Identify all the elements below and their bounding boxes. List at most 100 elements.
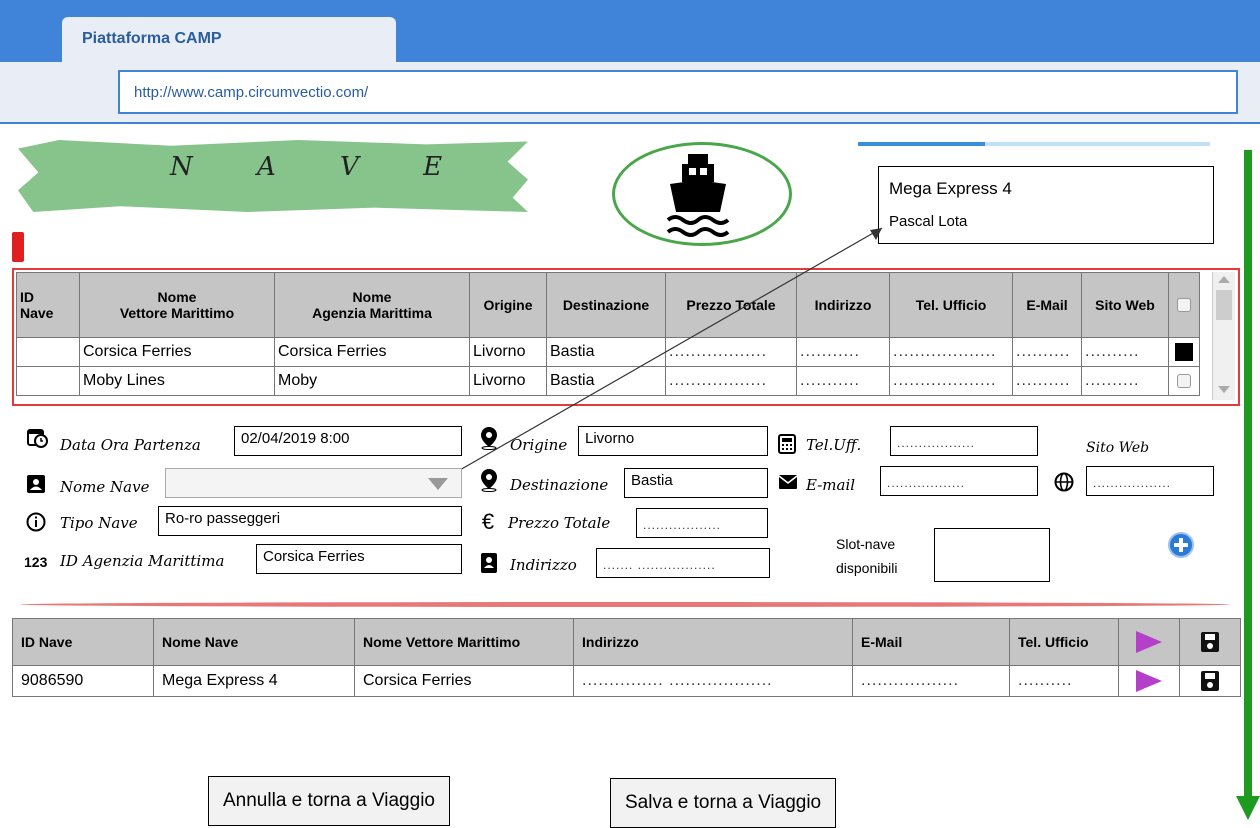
cell-save xyxy=(1179,665,1241,697)
cell-play xyxy=(1118,665,1180,697)
sito-web-field[interactable]: .................. xyxy=(1086,466,1214,496)
col-play xyxy=(1118,618,1180,666)
cell-email: .......... xyxy=(1012,337,1082,367)
tab-title: Piattaforma CAMP xyxy=(82,30,222,47)
col-indirizzo: Indirizzo xyxy=(573,618,853,666)
indirizzo-field[interactable]: ....... .................. xyxy=(596,548,770,578)
row-checkbox[interactable] xyxy=(1177,374,1191,388)
table-scrollbar[interactable] xyxy=(1212,272,1235,400)
col-select xyxy=(1168,272,1200,338)
sito-web-label: Sito Web xyxy=(1086,440,1150,456)
cell-destinazione: Bastia xyxy=(546,366,666,396)
play-row-icon[interactable] xyxy=(1136,670,1162,692)
browser-tab[interactable]: Piattaforma CAMP xyxy=(62,17,396,62)
table-row[interactable]: 9086590 Mega Express 4 Corsica Ferries .… xyxy=(12,665,1241,697)
scroll-arrow-line xyxy=(1244,150,1252,802)
id-agenzia-field[interactable]: Corsica Ferries xyxy=(256,544,462,574)
cell-destinazione: Bastia xyxy=(546,337,666,367)
cell-sito: .......... xyxy=(1081,337,1169,367)
cell-indirizzo: ............... ................... xyxy=(573,665,853,697)
data-ora-field[interactable]: 02/04/2019 8:00 xyxy=(234,426,462,456)
play-icon[interactable] xyxy=(1136,631,1162,653)
progress-bar xyxy=(858,142,1210,146)
slot-field-value xyxy=(943,537,1029,571)
cell-agenzia: Corsica Ferries xyxy=(274,337,470,367)
cell-id xyxy=(16,337,80,367)
connector-arrow xyxy=(431,227,883,487)
destinazione-label: Destinazione xyxy=(510,476,609,494)
section-divider xyxy=(20,602,1230,607)
scroll-down-icon[interactable] xyxy=(1218,386,1230,393)
table-header-row: ID Nave Nome Vettore Marittimo Nome Agenzia… xyxy=(16,272,1200,338)
cell-select xyxy=(1168,366,1200,396)
ship-info-card: Mega Express 4 Pascal Lota xyxy=(878,166,1214,244)
calculator-icon xyxy=(778,434,796,454)
prezzo-field[interactable]: .................. xyxy=(636,508,768,538)
nome-nave-select[interactable] xyxy=(165,468,462,498)
ship-list-panel: ID Nave Nome Vettore Marittimo Nome Agenzia… xyxy=(12,268,1240,406)
slot-label-line1: Slot-nave xyxy=(836,536,896,552)
col-tel: Tel. Ufficio xyxy=(1009,618,1119,666)
col-vettore: Nome Vettore Marittimo xyxy=(79,272,275,338)
add-circle-icon[interactable] xyxy=(1168,532,1194,558)
tipo-nave-label: Tipo Nave xyxy=(60,514,138,532)
selected-ship-table: ID Nave Nome Nave Nome Vettore Marittimo… xyxy=(12,618,1241,697)
page-title: N A V E xyxy=(170,152,471,182)
globe-icon xyxy=(1054,472,1074,492)
nome-nave-label: Nome Nave xyxy=(60,478,150,496)
col-nome-nave: Nome Nave xyxy=(153,618,355,666)
cell-indirizzo: ........... xyxy=(796,366,890,396)
col-tel: Tel. Ufficio xyxy=(889,272,1013,338)
col-email: E-Mail xyxy=(1012,272,1082,338)
origine-label: Origine xyxy=(510,436,568,454)
cell-prezzo: .................. xyxy=(665,337,797,367)
arrow-down-icon xyxy=(1236,796,1260,820)
tel-label: Tel.Uff. xyxy=(806,436,862,454)
calendar-clock-icon xyxy=(27,429,48,448)
cell-vettore: Moby Lines xyxy=(79,366,275,396)
tel-field[interactable]: .................. xyxy=(890,426,1038,456)
indirizzo-label: Indirizzo xyxy=(510,556,577,574)
origine-field[interactable]: Livorno xyxy=(578,426,768,456)
tipo-nave-field[interactable]: Ro-ro passeggeri xyxy=(158,506,462,536)
salva-button[interactable]: Salva e torna a Viaggio xyxy=(610,778,837,828)
slot-field[interactable] xyxy=(934,528,1050,582)
cell-origine: Livorno xyxy=(469,337,547,367)
annulla-button[interactable]: Annulla e torna a Viaggio xyxy=(208,776,450,826)
ship-card-name: Mega Express 4 xyxy=(889,179,1012,198)
cell-origine: Livorno xyxy=(469,366,547,396)
cell-prezzo: .................. xyxy=(665,366,797,396)
col-agenzia: Nome Agenzia Marittima xyxy=(274,272,470,338)
ship-icon xyxy=(666,154,730,237)
location-pin-icon xyxy=(481,427,497,450)
chevron-down-icon[interactable] xyxy=(428,478,448,490)
cell-id: 9086590 xyxy=(12,665,154,697)
table-row[interactable]: Corsica Ferries Corsica Ferries Livorno … xyxy=(16,337,1200,367)
col-id-nave: ID Nave xyxy=(12,618,154,666)
prezzo-label: Prezzo Totale xyxy=(508,514,611,532)
mail-icon xyxy=(778,475,798,489)
cell-id xyxy=(16,366,80,396)
save-icon[interactable] xyxy=(1201,632,1219,652)
address-bar[interactable]: http://www.camp.circumvectio.com/ xyxy=(118,70,1238,114)
cell-agenzia: Moby xyxy=(274,366,470,396)
phone-icon xyxy=(12,232,24,262)
row-checkbox[interactable] xyxy=(1175,343,1193,361)
cell-email: .......... xyxy=(1012,366,1082,396)
destination-pin-icon xyxy=(481,469,497,492)
save-row-icon[interactable] xyxy=(1201,671,1219,691)
table-row[interactable]: Moby Lines Moby Livorno Bastia .........… xyxy=(16,366,1200,396)
col-indirizzo: Indirizzo xyxy=(796,272,890,338)
cell-vettore: Corsica Ferries xyxy=(354,665,574,697)
col-sito: Sito Web xyxy=(1081,272,1169,338)
col-origine: Origine xyxy=(469,272,547,338)
cell-email: .................. xyxy=(852,665,1010,697)
address-url: http://www.camp.circumvectio.com/ xyxy=(134,84,369,101)
destinazione-field[interactable]: Bastia xyxy=(624,468,768,498)
select-all-checkbox[interactable] xyxy=(1177,298,1191,312)
cell-nome: Mega Express 4 xyxy=(153,665,355,697)
email-field[interactable]: .................. xyxy=(880,466,1038,496)
scroll-up-icon[interactable] xyxy=(1218,276,1230,283)
scroll-thumb[interactable] xyxy=(1216,290,1232,320)
cell-select xyxy=(1168,337,1200,367)
